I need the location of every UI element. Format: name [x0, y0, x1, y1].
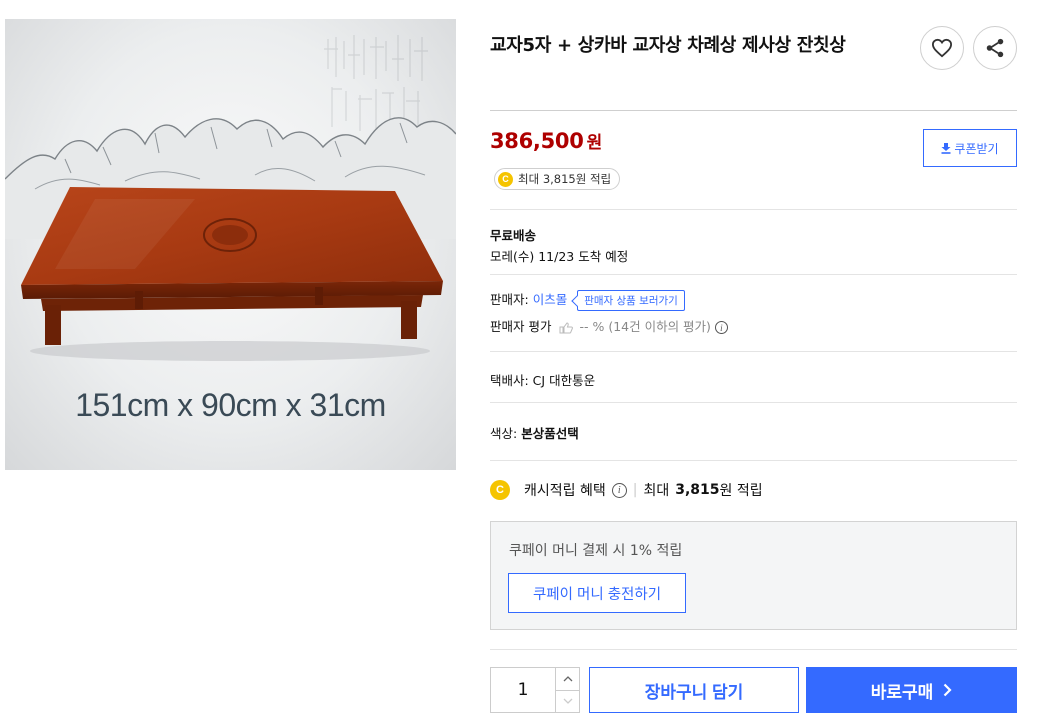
like-button[interactable] — [920, 26, 964, 70]
divider — [490, 274, 1017, 275]
divider — [490, 110, 1017, 111]
cash-pill-text: 최대 3,815원 적립 — [518, 172, 612, 186]
quantity-stepper — [490, 667, 580, 713]
price-value: 386,500 — [490, 129, 584, 153]
heart-icon — [931, 38, 953, 58]
dimensions-caption: 151cm x 90cm x 31cm — [75, 387, 386, 423]
cash-badge-icon: C — [498, 171, 513, 187]
seller-rating-row: 판매자 평가 -- % (14건 이하의 평가) i — [490, 316, 728, 335]
divider — [490, 649, 1017, 650]
option-label: 색상: — [490, 426, 518, 441]
seller-rating-value: -- % — [579, 319, 605, 334]
cash-max-suffix: 원 적립 — [719, 483, 763, 499]
table-illustration — [21, 187, 443, 361]
seller-products-tooltip[interactable]: 판매자 상품 보러가기 — [577, 290, 685, 311]
info-icon[interactable]: i — [714, 321, 728, 334]
shipping-label: 무료배송 — [490, 228, 537, 243]
quantity-input[interactable] — [491, 668, 555, 712]
share-button[interactable] — [973, 26, 1017, 70]
seller-rating-note: (14건 이하의 평가) — [608, 319, 711, 334]
product-image[interactable]: 151cm x 90cm x 31cm — [5, 19, 456, 470]
cash-max-prefix: 최대 — [643, 483, 670, 499]
chevron-up-icon — [563, 675, 572, 682]
cash-benefit-label: 캐시적립 혜택 — [524, 483, 606, 499]
buy-now-button[interactable]: 바로구매 — [806, 667, 1017, 713]
seller-rating-label: 판매자 평가 — [490, 319, 552, 334]
divider — [490, 351, 1017, 352]
coupon-label: 쿠폰받기 — [954, 141, 999, 156]
divider — [490, 460, 1017, 461]
product-title: 교자5자 + 상카바 교자상 차례상 제사상 잔칫상 — [490, 35, 846, 56]
buy-now-label: 바로구매 — [870, 682, 934, 702]
cash-benefit: C 캐시적립 혜택 i | 최대 3,815 원 적립 — [490, 480, 763, 500]
coupay-charge-button[interactable]: 쿠페이 머니 충전하기 — [508, 573, 686, 613]
divider — [490, 209, 1017, 210]
coupon-download-button[interactable]: 쿠폰받기 — [923, 129, 1017, 167]
seller-label: 판매자: — [490, 292, 529, 307]
price: 386,500 원 — [490, 128, 602, 153]
courier-info: 택배사: CJ 대한통운 — [490, 373, 596, 388]
chevron-right-icon — [944, 683, 952, 697]
seller-name-link[interactable]: 이츠몰 — [533, 292, 568, 307]
quantity-decrease-button[interactable] — [556, 689, 579, 713]
shipping-arrival: 모레(수) 11/23 도착 예정 — [490, 249, 629, 264]
cash-badge-icon: C — [490, 480, 510, 500]
share-icon — [986, 38, 1004, 58]
price-unit: 원 — [586, 133, 603, 153]
seller-row: 판매자: 이츠몰 판매자 상품 보러가기 — [490, 289, 685, 311]
option-row: 색상: 본상품선택 — [490, 423, 579, 442]
download-icon — [941, 142, 951, 154]
quantity-arrows — [555, 668, 579, 712]
cash-reward-pill: C 최대 3,815원 적립 — [494, 168, 621, 190]
chevron-down-icon — [563, 698, 572, 705]
coupay-money-box: 쿠페이 머니 결제 시 1% 적립 쿠페이 머니 충전하기 — [490, 521, 1017, 630]
separator: | — [632, 482, 638, 498]
quantity-increase-button[interactable] — [556, 668, 579, 690]
coupay-reward-text: 쿠페이 머니 결제 시 1% 적립 — [509, 543, 683, 559]
info-icon[interactable]: i — [611, 482, 627, 498]
option-value: 본상품선택 — [521, 426, 579, 441]
thumbs-up-icon — [559, 321, 574, 333]
add-to-cart-button[interactable]: 장바구니 담기 — [589, 667, 799, 713]
cash-max-value: 3,815 — [675, 482, 720, 498]
divider — [490, 402, 1017, 403]
